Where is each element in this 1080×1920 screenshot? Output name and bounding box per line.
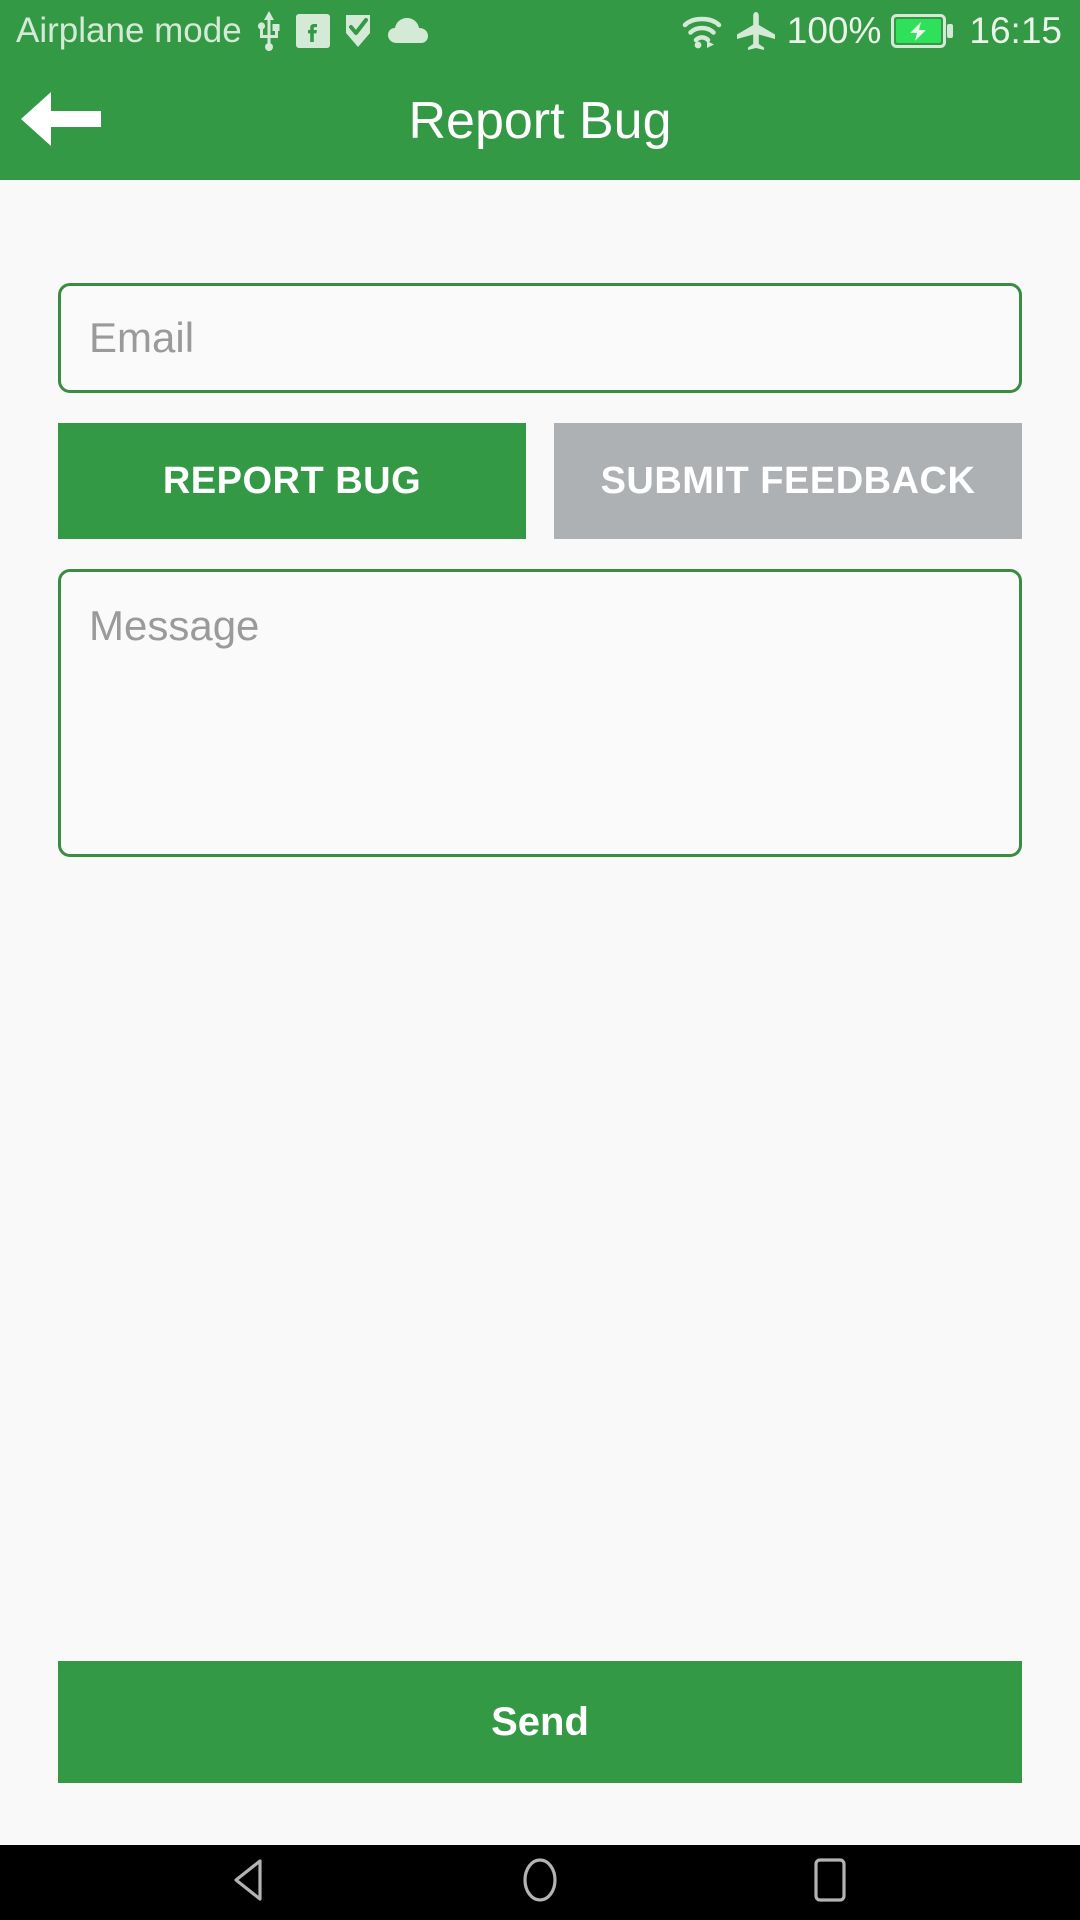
email-field[interactable]: Email (58, 283, 1022, 393)
send-button[interactable]: Send (58, 1661, 1022, 1783)
recents-square-icon (813, 1856, 847, 1909)
arrow-left-icon (17, 89, 103, 154)
back-triangle-icon (230, 1858, 270, 1907)
android-nav-bar (0, 1845, 1080, 1920)
main-content: Email REPORT BUG SUBMIT FEEDBACK Message… (0, 180, 1080, 1845)
report-bug-button[interactable]: REPORT BUG (58, 423, 526, 539)
page-title: Report Bug (408, 92, 672, 150)
status-bar: Airplane mode 100% 16:15 (0, 0, 1080, 62)
phone-screen: Airplane mode 100% 16:15 Report Bug Emai… (0, 0, 1080, 1920)
airplane-mode-label: Airplane mode (16, 11, 242, 50)
checkmark-flag-icon (344, 13, 374, 49)
message-field[interactable]: Message (58, 569, 1022, 857)
airplane-icon (735, 10, 777, 52)
battery-charging-icon (891, 14, 954, 48)
usb-icon (256, 11, 282, 51)
home-circle-icon (518, 1856, 562, 1909)
nav-home-button[interactable] (485, 1845, 595, 1920)
wifi-icon (681, 13, 725, 49)
back-button[interactable] (0, 62, 120, 180)
clock-label: 16:15 (969, 10, 1062, 51)
facebook-icon (295, 14, 330, 48)
status-bar-right: 100% 16:15 (681, 10, 1062, 52)
message-placeholder: Message (89, 602, 260, 649)
mode-toggle-group: REPORT BUG SUBMIT FEEDBACK (58, 423, 1022, 539)
nav-back-button[interactable] (195, 1845, 305, 1920)
status-bar-left: Airplane mode (16, 11, 681, 51)
nav-recents-button[interactable] (775, 1845, 885, 1920)
submit-feedback-button[interactable]: SUBMIT FEEDBACK (554, 423, 1022, 539)
battery-percent-label: 100% (786, 10, 882, 51)
app-bar: Report Bug (0, 62, 1080, 180)
cloud-icon (387, 17, 428, 45)
email-placeholder: Email (89, 314, 195, 361)
